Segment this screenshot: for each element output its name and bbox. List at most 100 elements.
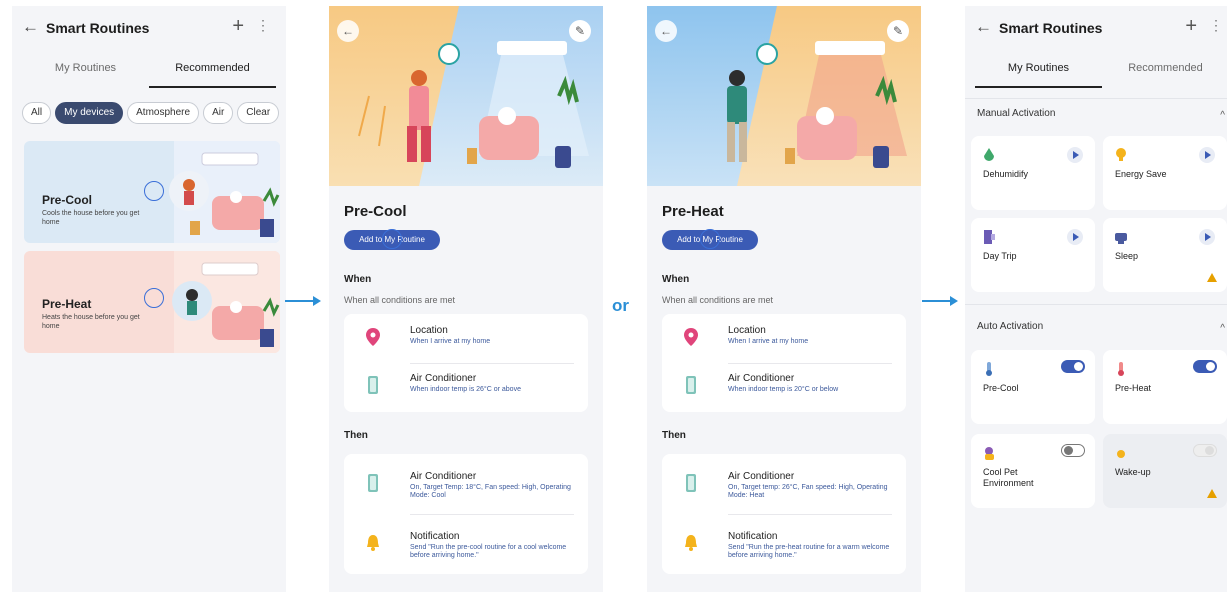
routine-tile-dehumidify[interactable]: Dehumidify [971, 136, 1095, 210]
action-title: Air Conditioner [410, 471, 477, 482]
touch-indicator [382, 229, 402, 249]
routine-label: Energy Save [1115, 169, 1167, 179]
pre-cool-detail-screen: ← ✎ Pre-Cool Add to My Routine When When… [329, 6, 603, 592]
conditions-card: Location When I arrive at my home Air Co… [662, 314, 906, 412]
auto-toggle[interactable] [1193, 360, 1217, 373]
auto-activation-heading: Auto Activation [977, 321, 1044, 332]
routine-label: Wake-up [1115, 467, 1151, 477]
action-title: Notification [728, 531, 778, 542]
routine-tile-pre-heat[interactable]: Pre-Heat [1103, 350, 1227, 424]
page-title: Smart Routines [46, 20, 150, 36]
condition-location[interactable]: Location When I arrive at my home [344, 316, 588, 362]
auto-toggle[interactable] [1061, 360, 1085, 373]
chip-clear[interactable]: Clear [237, 102, 280, 124]
pre-cool-hero-illustration: ← ✎ [329, 6, 603, 186]
then-heading: Then [344, 430, 368, 441]
card-description: Heats the house before you get home [42, 314, 140, 330]
location-pin-icon [684, 328, 698, 346]
condition-air-conditioner[interactable]: Air Conditioner When indoor temp is 26°C… [344, 364, 588, 410]
condition-location[interactable]: Location When I arrive at my home [662, 316, 906, 362]
routine-tile-pre-cool[interactable]: Pre-Cool [971, 350, 1095, 424]
chip-all[interactable]: All [22, 102, 52, 124]
action-air-conditioner[interactable]: Air Conditioner On, Target Temp: 18°C, F… [344, 462, 588, 508]
chip-atmosphere[interactable]: Atmosphere [127, 102, 200, 124]
condition-desc: When I arrive at my home [728, 338, 809, 345]
air-conditioner-icon [686, 474, 696, 492]
routines-recommended-screen: ← Smart Routines + ⋮ My Routines Recomme… [12, 6, 286, 592]
when-heading: When [662, 274, 690, 285]
pre-cool-card[interactable]: Pre-Cool Cools the house before you get … [24, 141, 280, 243]
when-subtitle: When all conditions are met [344, 295, 456, 305]
tab-my-routines[interactable]: My Routines [22, 62, 149, 74]
routine-tile-cool-pet-environment[interactable]: Cool Pet Environment [971, 434, 1095, 508]
routine-title: Pre-Cool [344, 203, 407, 220]
manual-activation-heading: Manual Activation [977, 108, 1056, 119]
pre-heat-card[interactable]: Pre-Heat Heats the house before you get … [24, 251, 280, 353]
routine-tabs: My Routines Recommended [22, 62, 276, 90]
active-tab-indicator [975, 86, 1102, 88]
card-title: Pre-Cool [42, 193, 93, 207]
tab-recommended[interactable]: Recommended [149, 62, 276, 74]
conditions-card: Location When I arrive at my home Air Co… [344, 314, 588, 412]
run-routine-button[interactable] [1067, 229, 1083, 245]
back-arrow-icon[interactable]: ← [975, 17, 992, 37]
edit-pencil-icon[interactable]: ✎ [569, 20, 591, 42]
routine-tile-energy-save[interactable]: Energy Save [1103, 136, 1227, 210]
tab-my-routines[interactable]: My Routines [975, 62, 1102, 74]
back-arrow-icon[interactable]: ← [22, 17, 39, 37]
action-air-conditioner[interactable]: Air Conditioner On, Target temp: 26°C, F… [662, 462, 906, 508]
divider [410, 514, 574, 515]
back-arrow-icon[interactable]: ← [655, 20, 677, 42]
tab-recommended[interactable]: Recommended [1102, 62, 1227, 74]
divider [728, 514, 892, 515]
routine-tile-day-trip[interactable]: Day Trip [971, 218, 1095, 292]
when-heading: When [344, 274, 372, 285]
action-notification[interactable]: Notification Send "Run the pre-cool rout… [344, 522, 588, 568]
then-heading: Then [662, 430, 686, 441]
air-conditioner-icon [368, 474, 378, 492]
thermometer-cool-icon [986, 362, 992, 376]
air-conditioner-icon [368, 376, 378, 394]
chip-air[interactable]: Air [203, 102, 234, 124]
routine-label: Pre-Cool [983, 383, 1019, 393]
run-routine-button[interactable] [1067, 147, 1083, 163]
routine-title: Pre-Heat [662, 203, 724, 220]
flow-arrow-icon [922, 296, 958, 306]
location-pin-icon [366, 328, 380, 346]
condition-title: Location [410, 325, 448, 336]
door-icon [984, 230, 995, 244]
pet-icon [985, 447, 994, 460]
routine-tile-wake-up[interactable]: Wake-up [1103, 434, 1227, 508]
notification-bell-icon [367, 535, 379, 551]
auto-toggle[interactable] [1193, 444, 1217, 457]
condition-air-conditioner[interactable]: Air Conditioner When indoor temp is 20°C… [662, 364, 906, 410]
run-routine-button[interactable] [1199, 147, 1215, 163]
routine-label: Day Trip [983, 251, 1017, 261]
routine-label: Dehumidify [983, 169, 1029, 179]
action-notification[interactable]: Notification Send "Run the pre-heat rout… [662, 522, 906, 568]
add-routine-button[interactable]: + [232, 15, 244, 38]
routine-tabs: My Routines Recommended [975, 62, 1227, 90]
pre-heat-detail-screen: ← ✎ Pre-Heat Add to My Routine When When… [647, 6, 921, 592]
thermometer-heat-icon [1118, 362, 1124, 376]
auto-toggle[interactable] [1061, 444, 1085, 457]
chip-my-devices[interactable]: My devices [55, 102, 124, 124]
back-arrow-icon[interactable]: ← [337, 20, 359, 42]
sleep-icon [1115, 233, 1127, 244]
run-routine-button[interactable] [1199, 229, 1215, 245]
or-connector-label: or [612, 296, 629, 315]
routine-tile-sleep[interactable]: Sleep [1103, 218, 1227, 292]
divider [965, 98, 1227, 99]
page-title: Smart Routines [999, 20, 1103, 36]
collapse-caret-icon[interactable]: ^ [1220, 110, 1225, 121]
add-routine-button[interactable]: + [1185, 15, 1197, 38]
collapse-caret-icon[interactable]: ^ [1220, 323, 1225, 334]
condition-desc: When I arrive at my home [410, 338, 491, 345]
edit-pencil-icon[interactable]: ✎ [887, 20, 909, 42]
actions-card: Air Conditioner On, Target temp: 26°C, F… [662, 454, 906, 574]
air-conditioner-icon [686, 376, 696, 394]
more-options-icon[interactable]: ⋮ [1209, 18, 1223, 32]
routine-label: Pre-Heat [1115, 383, 1152, 393]
more-options-icon[interactable]: ⋮ [256, 18, 270, 32]
action-title: Air Conditioner [728, 471, 795, 482]
